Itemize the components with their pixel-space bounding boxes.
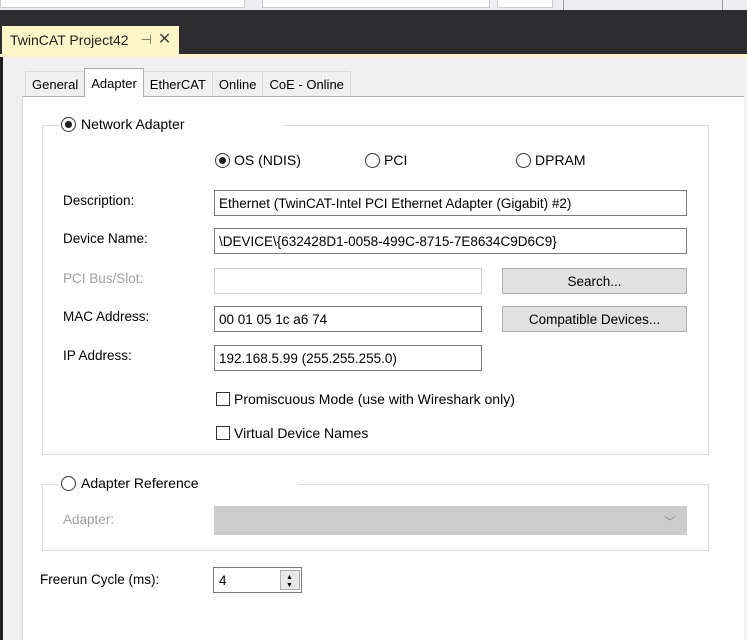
mac-address-label: MAC Address: [63,309,150,324]
promiscuous-mode-checkbox[interactable]: Promiscuous Mode (use with Wireshark onl… [216,391,515,407]
virtual-device-names-label: Virtual Device Names [234,425,369,441]
tab-general[interactable]: General [25,71,86,97]
freerun-cycle-label: Freerun Cycle (ms): [40,572,160,587]
tab-label: General [32,77,79,92]
properties-panel: General Adapter EtherCAT Online CoE - On… [3,57,747,640]
network-adapter-radio[interactable]: Network Adapter [59,116,284,132]
pci-bus-slot-field [214,268,482,294]
ip-address-value: 192.168.5.99 (255.255.255.0) [219,350,397,366]
mode-pci-radio[interactable]: PCI [365,152,407,168]
checkbox-icon [216,392,230,406]
promiscuous-mode-label: Promiscuous Mode (use with Wireshark onl… [234,391,515,407]
adapter-tab-page: Network Adapter OS (NDIS) PCI DPRAM Desc… [22,96,744,640]
pin-icon[interactable]: ⊣ [141,32,152,48]
radio-icon [215,152,230,168]
toolbar-field-small[interactable] [497,0,553,8]
toolbar-field[interactable] [262,0,490,8]
description-label: Description: [63,193,135,208]
toolbar-combo[interactable] [0,0,245,8]
top-toolbar [0,0,747,10]
property-tabs: General Adapter EtherCAT Online CoE - On… [25,68,351,97]
mode-os-ndis-radio[interactable]: OS (NDIS) [215,152,301,168]
close-icon[interactable]: ✕ [158,32,171,48]
radio-icon [61,116,76,132]
ip-address-label: IP Address: [63,348,132,363]
radio-icon [516,152,531,168]
mode-dpram-radio[interactable]: DPRAM [516,152,586,168]
freerun-cycle-stepper[interactable]: 4 ▲ ▼ [213,567,302,593]
device-name-value: \DEVICE\{632428D1-0058-499C-8715-7E8634C… [219,233,557,249]
adapter-reference-label: Adapter Reference [81,475,199,491]
toolbar-separator [722,0,723,10]
tab-adapter[interactable]: Adapter [84,68,144,97]
document-tab-title: TwinCAT Project42 [10,32,129,48]
chevron-down-icon: ﹀ [663,515,676,529]
adapter-label: Adapter: [63,512,115,527]
search-button[interactable]: Search... [502,268,687,294]
compatible-devices-button[interactable]: Compatible Devices... [502,306,687,332]
checkbox-icon [216,426,230,440]
mac-address-value: 00 01 05 1c a6 74 [219,311,328,327]
tab-online[interactable]: Online [211,71,264,97]
stepper-buttons[interactable]: ▲ ▼ [280,570,300,590]
network-adapter-label: Network Adapter [81,116,185,132]
mode-label: DPRAM [535,152,586,168]
virtual-device-names-checkbox[interactable]: Virtual Device Names [216,425,368,441]
toolbar-separator [563,0,564,10]
document-tab-strip: TwinCAT Project42 ⊣ ✕ [0,10,747,54]
adapter-reference-radio[interactable]: Adapter Reference [59,475,298,491]
tab-ethercat[interactable]: EtherCAT [142,71,213,97]
mode-label: PCI [384,152,408,168]
mode-label: OS (NDIS) [234,152,301,168]
tab-label: Adapter [91,75,137,91]
description-field[interactable]: Ethernet (TwinCAT-Intel PCI Ethernet Ada… [214,190,687,216]
document-tab[interactable]: TwinCAT Project42 ⊣ ✕ [2,26,180,54]
pci-bus-slot-label: PCI Bus/Slot: [63,271,144,286]
tab-label: Online [218,77,257,92]
compatible-devices-label: Compatible Devices... [528,311,661,327]
description-value: Ethernet (TwinCAT-Intel PCI Ethernet Ada… [219,195,572,211]
freerun-cycle-value: 4 [219,573,227,588]
tab-label: EtherCAT [149,77,206,92]
device-name-label: Device Name: [63,231,148,246]
radio-icon [61,475,76,491]
search-button-label: Search... [567,273,622,289]
mac-address-field[interactable]: 00 01 05 1c a6 74 [214,306,482,332]
stepper-down-icon[interactable]: ▼ [286,582,293,589]
tab-label: CoE - Online [269,77,344,92]
device-name-field[interactable]: \DEVICE\{632428D1-0058-499C-8715-7E8634C… [214,228,687,254]
stepper-up-icon[interactable]: ▲ [286,574,293,581]
adapter-combo: ﹀ [214,506,687,535]
radio-icon [365,152,380,168]
ip-address-field[interactable]: 192.168.5.99 (255.255.255.0) [214,345,482,371]
tab-coe-online[interactable]: CoE - Online [262,71,351,97]
